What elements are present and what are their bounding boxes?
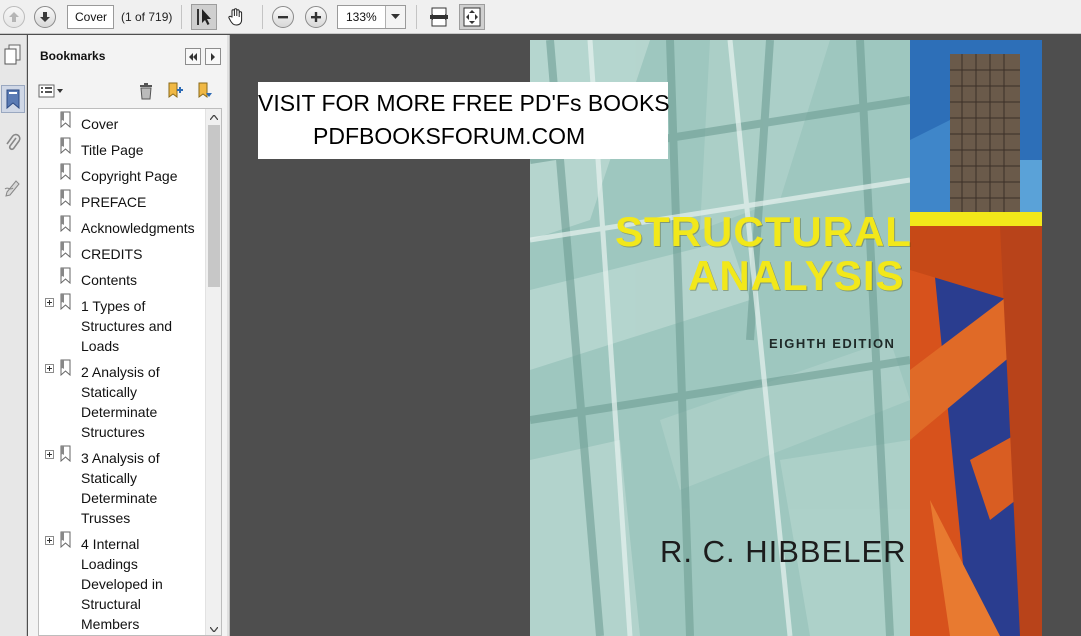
bookmarks-panel: Bookmarks Cover Title Page Copyright Pag… xyxy=(28,35,227,636)
toolbar-divider xyxy=(262,5,263,29)
zoom-in-icon xyxy=(311,12,321,22)
double-chevron-left-icon xyxy=(189,52,197,61)
panel-splitter[interactable] xyxy=(227,35,230,636)
bookmark-label: Copyright Page xyxy=(81,168,178,184)
bookmarks-panel-button[interactable] xyxy=(1,85,25,113)
expand-toggle[interactable] xyxy=(45,298,54,307)
cover-title-line-1: STRUCTURAL xyxy=(615,208,912,255)
signatures-icon xyxy=(4,180,20,197)
cover-author: R. C. HIBBELER xyxy=(660,534,907,569)
bookmark-label: 1 Types of Structures and Loads xyxy=(81,298,173,354)
expand-toggle[interactable] xyxy=(45,450,54,459)
bookmark-icon xyxy=(60,445,71,462)
bookmark-label: Title Page xyxy=(81,142,144,158)
zoom-select[interactable]: 133% xyxy=(337,5,406,29)
signatures-panel-button[interactable] xyxy=(1,173,25,201)
navigation-strip xyxy=(0,35,27,636)
attachments-icon xyxy=(6,133,21,151)
zoom-in-button[interactable] xyxy=(305,6,327,28)
bookmarks-toolbar xyxy=(28,79,227,105)
bookmark-label: Acknowledgments xyxy=(81,220,195,236)
toolbar: Cover (1 of 719) 133% xyxy=(0,0,1081,34)
bookmark-label: CREDITS xyxy=(81,246,143,262)
bookmark-arrow-icon xyxy=(198,82,212,98)
attachments-panel-button[interactable] xyxy=(1,129,25,157)
bookmark-icon xyxy=(60,531,71,548)
bookmark-icon xyxy=(60,267,71,284)
zoom-out-icon xyxy=(278,16,288,19)
fit-width-icon xyxy=(430,7,448,27)
expand-bookmark-button[interactable] xyxy=(196,82,214,105)
options-menu-button[interactable] xyxy=(38,83,64,99)
expand-toggle[interactable] xyxy=(45,536,54,545)
bookmark-icon xyxy=(60,293,71,310)
zoom-value: 133% xyxy=(346,10,377,24)
hand-tool-button[interactable] xyxy=(223,4,249,30)
fit-page-icon xyxy=(463,7,481,27)
toolbar-divider xyxy=(416,5,417,29)
trash-icon xyxy=(140,83,152,100)
new-bookmark-icon xyxy=(168,82,183,98)
bookmark-label: 2 Analysis of Statically Determinate Str… xyxy=(81,364,160,440)
bookmark-icon xyxy=(60,215,71,232)
chevron-down-icon xyxy=(210,626,218,632)
dropdown-arrow-icon xyxy=(391,14,400,19)
scroll-up-button[interactable] xyxy=(206,109,221,125)
bookmarks-scrollbar[interactable] xyxy=(205,109,221,635)
select-tool-button[interactable] xyxy=(191,4,217,30)
zoom-out-button[interactable] xyxy=(272,6,294,28)
collapse-panel-button[interactable] xyxy=(185,48,201,65)
bookmarks-icon xyxy=(6,89,20,110)
fit-width-button[interactable] xyxy=(426,4,452,30)
bookmark-icon xyxy=(60,189,71,206)
previous-page-button[interactable] xyxy=(3,6,25,28)
page-number-input[interactable]: Cover xyxy=(67,5,114,29)
bookmark-label: Contents xyxy=(81,272,138,288)
chevron-up-icon xyxy=(210,114,218,120)
bookmark-icon xyxy=(60,241,71,258)
scroll-thumb[interactable] xyxy=(208,125,220,287)
bookmark-label: 4 Internal Loadings Developed in Structu… xyxy=(81,536,163,632)
bookmark-icon xyxy=(60,163,71,180)
bookmark-label: PREFACE xyxy=(81,194,147,210)
zoom-dropdown-button[interactable] xyxy=(385,6,405,28)
bookmark-icon xyxy=(60,137,71,154)
bookmarks-tree[interactable]: Cover Title Page Copyright Page PREFACE … xyxy=(38,108,222,636)
bookmark-label: Cover xyxy=(81,116,119,132)
hand-tool-icon xyxy=(228,8,243,26)
watermark-banner: VISIT FOR MORE FREE PD'Fs BOOKS PDFBOOKS… xyxy=(258,82,670,159)
bookmarks-panel-header: Bookmarks xyxy=(28,35,227,79)
delete-bookmark-button[interactable] xyxy=(138,82,154,105)
cover-edition: EIGHTH EDITION xyxy=(769,336,896,351)
next-page-icon xyxy=(40,12,50,22)
cover-title-line-2: ANALYSIS xyxy=(688,252,905,299)
pages-icon xyxy=(4,44,21,65)
toolbar-divider xyxy=(181,5,182,29)
page-count: (1 of 719) xyxy=(121,10,173,24)
bookmark-label: 3 Analysis of Statically Determinate Tru… xyxy=(81,450,160,526)
document-view[interactable]: STRUCTURAL ANALYSIS EIGHTH EDITION R. C.… xyxy=(231,35,1081,636)
options-list-icon xyxy=(38,84,63,98)
select-tool-icon xyxy=(197,9,211,25)
banner-line-2: PDFBOOKSFORUM.COM xyxy=(313,123,586,149)
expand-toggle[interactable] xyxy=(45,364,54,373)
pages-panel-button[interactable] xyxy=(1,41,25,69)
scroll-down-button[interactable] xyxy=(206,621,221,635)
banner-line-1: VISIT FOR MORE FREE PD'Fs BOOKS xyxy=(258,90,670,116)
fit-page-button[interactable] xyxy=(459,4,485,30)
bookmark-icon xyxy=(60,111,71,128)
panel-title: Bookmarks xyxy=(40,49,106,63)
previous-page-icon xyxy=(9,12,19,22)
expand-panel-button[interactable] xyxy=(205,48,221,65)
chevron-right-icon xyxy=(211,52,215,61)
next-page-button[interactable] xyxy=(34,6,56,28)
bookmark-icon xyxy=(60,359,71,376)
new-bookmark-button[interactable] xyxy=(166,82,184,105)
